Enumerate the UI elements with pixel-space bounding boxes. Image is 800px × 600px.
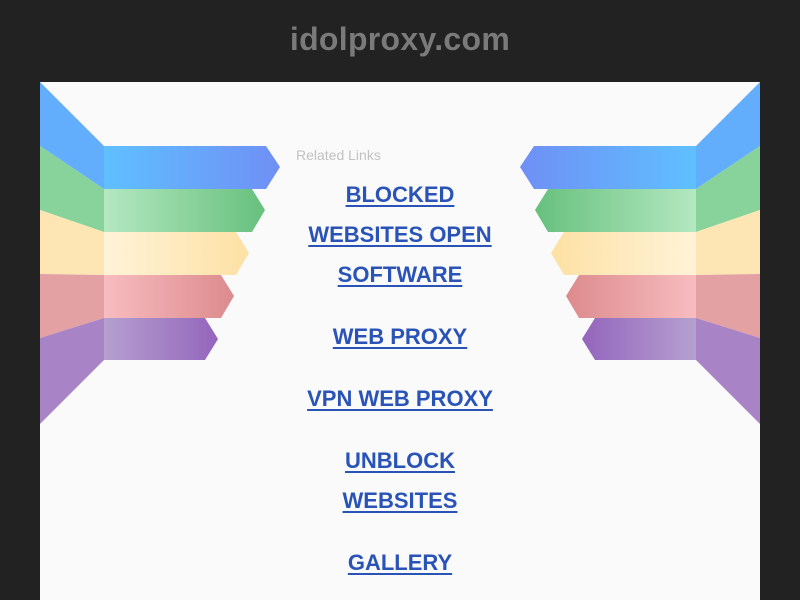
related-links-list: BLOCKED WEBSITES OPEN SOFTWARE WEB PROXY…: [220, 175, 580, 600]
link-item: VPN WEB PROXY: [220, 379, 580, 419]
link-blocked-websites-open-software[interactable]: BLOCKED WEBSITES OPEN SOFTWARE: [300, 175, 500, 295]
link-gallery[interactable]: GALLERY: [348, 543, 452, 583]
link-item: BLOCKED WEBSITES OPEN SOFTWARE: [220, 175, 580, 295]
related-links-heading: Related Links: [296, 147, 381, 163]
link-unblock-websites[interactable]: UNBLOCK WEBSITES: [300, 441, 500, 521]
link-vpn-web-proxy[interactable]: VPN WEB PROXY: [307, 379, 493, 419]
header: idolproxy.com: [0, 0, 800, 82]
link-web-proxy[interactable]: WEB PROXY: [333, 317, 467, 357]
page: idolproxy.com Related Links BLOCKED WEBS…: [0, 0, 800, 600]
link-item: GALLERY: [220, 543, 580, 583]
link-item: UNBLOCK WEBSITES: [220, 441, 580, 521]
content-panel: Related Links BLOCKED WEBSITES OPEN SOFT…: [40, 82, 760, 600]
link-item: WEB PROXY: [220, 317, 580, 357]
related-links-section: Related Links BLOCKED WEBSITES OPEN SOFT…: [40, 82, 760, 600]
domain-title: idolproxy.com: [289, 20, 511, 57]
